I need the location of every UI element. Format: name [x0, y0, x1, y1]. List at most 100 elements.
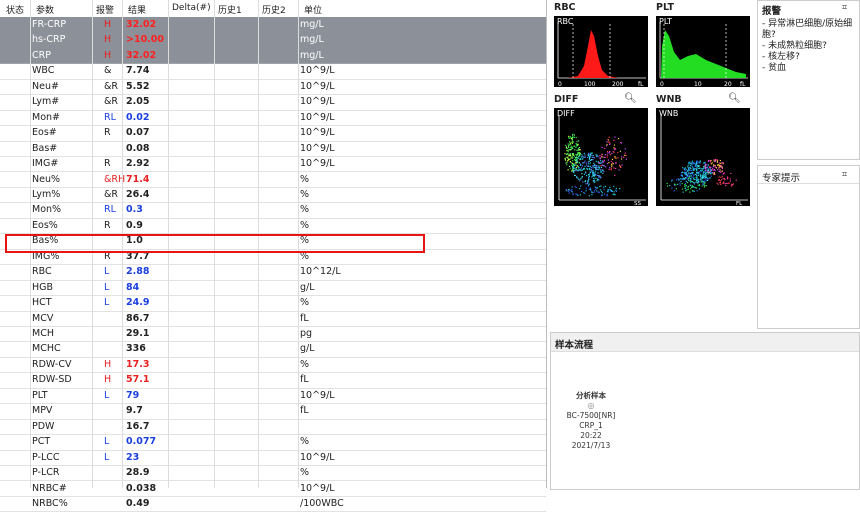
diff-scatter[interactable]: DIFF SS — [554, 108, 648, 206]
table-row[interactable]: NRBC# 0.038 10^9/L — [0, 481, 546, 497]
scatter-dot — [681, 182, 683, 185]
flag-cell: L — [104, 389, 110, 401]
table-row[interactable]: PCT L 0.077% — [0, 434, 546, 451]
scatter-dot — [579, 194, 581, 196]
scatter-dot — [682, 177, 685, 179]
scatter-dot — [596, 174, 598, 176]
table-row[interactable]: Neu% &RH 71.4% — [0, 172, 546, 188]
table-row[interactable]: RDW-CV H 17.3% — [0, 357, 546, 374]
scatter-dot — [593, 191, 595, 193]
scatter-dot — [690, 175, 692, 177]
table-row[interactable]: FR-CRP H 32.02 mg/L — [0, 17, 546, 34]
scatter-dot — [582, 155, 584, 157]
scatter-dot — [575, 157, 577, 159]
scatter-dot — [715, 164, 717, 167]
scatter-dot — [692, 181, 694, 183]
scatter-dot — [577, 157, 580, 159]
table-row[interactable]: IMG# R 2.92 10^9/L — [0, 156, 546, 173]
header-hist1[interactable]: 历史1 — [218, 3, 242, 16]
table-row[interactable]: RBC L 2.88 10^12/L — [0, 264, 546, 281]
scatter-dot — [570, 157, 572, 159]
scatter-dot — [571, 191, 573, 193]
scatter-dot — [605, 166, 607, 168]
scatter-dot — [568, 137, 570, 139]
table-row[interactable]: hs-CRP H >10.00 mg/L — [0, 32, 546, 49]
scatter-dot — [702, 183, 704, 185]
table-row[interactable]: Eos# R 0.07 10^9/L — [0, 125, 546, 142]
result-cell: 23 — [126, 451, 140, 463]
table-row[interactable]: Lym# &R 2.05 10^9/L — [0, 94, 546, 111]
table-row[interactable]: Mon# RL 0.02 10^9/L — [0, 110, 546, 127]
close-icon[interactable]: ⌗ — [842, 3, 847, 13]
magnifier-icon[interactable]: 🔍︎ — [728, 93, 741, 104]
scatter-dot — [571, 155, 573, 158]
flag-cell: L — [104, 436, 110, 448]
header-delta[interactable]: Delta(#) — [172, 3, 211, 13]
scatter-dot — [600, 185, 602, 187]
scatter-dot — [576, 170, 578, 172]
result-cell: 0.077 — [126, 436, 157, 448]
table-row[interactable]: PLT L 79 10^9/L — [0, 388, 546, 405]
table-row[interactable]: Neu# &R 5.52 10^9/L — [0, 79, 546, 96]
scatter-dot — [689, 163, 691, 165]
scatter-dot — [681, 179, 683, 181]
table-row[interactable]: MCHC 336 g/L — [0, 341, 546, 358]
scatter-dot — [696, 168, 698, 170]
scatter-dot — [718, 176, 720, 178]
scatter-dot — [575, 167, 577, 170]
table-row[interactable]: MPV 9.7 fL — [0, 403, 546, 420]
scatter-dot — [721, 175, 723, 177]
close-icon[interactable]: ⌗ — [842, 170, 847, 180]
table-row[interactable]: Lym% &R 26.4% — [0, 187, 546, 204]
table-row[interactable]: MCV 86.7 fL — [0, 311, 546, 327]
scatter-dot — [684, 182, 687, 184]
table-row[interactable]: PDW 16.7 — [0, 419, 546, 436]
unit-cell: % — [300, 173, 310, 185]
header-result[interactable]: 结果 — [128, 3, 146, 16]
header-status[interactable]: 状态 — [6, 3, 24, 16]
scatter-dot — [615, 148, 617, 150]
scatter-dot — [680, 180, 682, 183]
scatter-dot — [606, 195, 608, 197]
scatter-dot — [686, 182, 689, 184]
scatter-dot — [607, 152, 609, 154]
scatter-dot — [690, 181, 692, 183]
result-cell: 29.1 — [126, 328, 150, 339]
scatter-dot — [671, 187, 673, 189]
table-row[interactable]: MCH 29.1 pg — [0, 326, 546, 343]
magnifier-icon[interactable]: 🔍︎ — [624, 93, 637, 104]
scatter-dot — [584, 156, 586, 158]
table-row[interactable]: WBC & 7.74 10^9/L — [0, 63, 546, 80]
table-row[interactable]: HCT L 24.9% — [0, 295, 546, 312]
scatter-dot — [691, 186, 693, 188]
table-row[interactable]: P-LCC L 23 10^9/L — [0, 450, 546, 467]
scatter-dot — [617, 152, 619, 154]
table-row[interactable]: HGB L 84 g/L — [0, 280, 546, 297]
result-cell: 32.02 — [126, 19, 157, 30]
header-param[interactable]: 参数 — [36, 3, 54, 16]
rbc-histogram[interactable]: RBC 0 100 200 fL — [554, 16, 648, 87]
scatter-dot — [717, 183, 719, 185]
scatter-dot — [573, 145, 575, 147]
scatter-dot — [607, 163, 609, 165]
scatter-dot — [601, 156, 603, 158]
scatter-dot — [588, 163, 590, 165]
header-unit[interactable]: 单位 — [304, 3, 322, 16]
scatter-dot — [589, 187, 592, 189]
table-row[interactable]: CRP H 32.02 mg/L — [0, 47, 546, 65]
table-row[interactable]: P-LCR 28.9% — [0, 465, 546, 482]
flow-node-icon: ◎ — [587, 401, 595, 410]
header-hist2[interactable]: 历史2 — [262, 3, 286, 16]
table-row[interactable]: Bas# 0.08 10^9/L — [0, 141, 546, 158]
plt-histogram[interactable]: PLT 0 10 20 fL — [656, 16, 750, 87]
scatter-dot — [685, 173, 687, 175]
table-row[interactable]: NRBC% 0.49/100WBC — [0, 496, 546, 512]
scatter-dot — [585, 183, 587, 185]
table-row[interactable]: Mon% RL 0.3% — [0, 202, 546, 219]
header-alarm[interactable]: 报警 — [96, 3, 114, 16]
wnb-scatter[interactable]: WNB FL — [656, 108, 750, 206]
table-row[interactable]: Eos% R 0.9% — [0, 218, 546, 235]
scatter-dot — [596, 180, 598, 182]
table-row[interactable]: RDW-SD H 57.1 fL — [0, 372, 546, 389]
scatter-dot — [684, 188, 686, 190]
